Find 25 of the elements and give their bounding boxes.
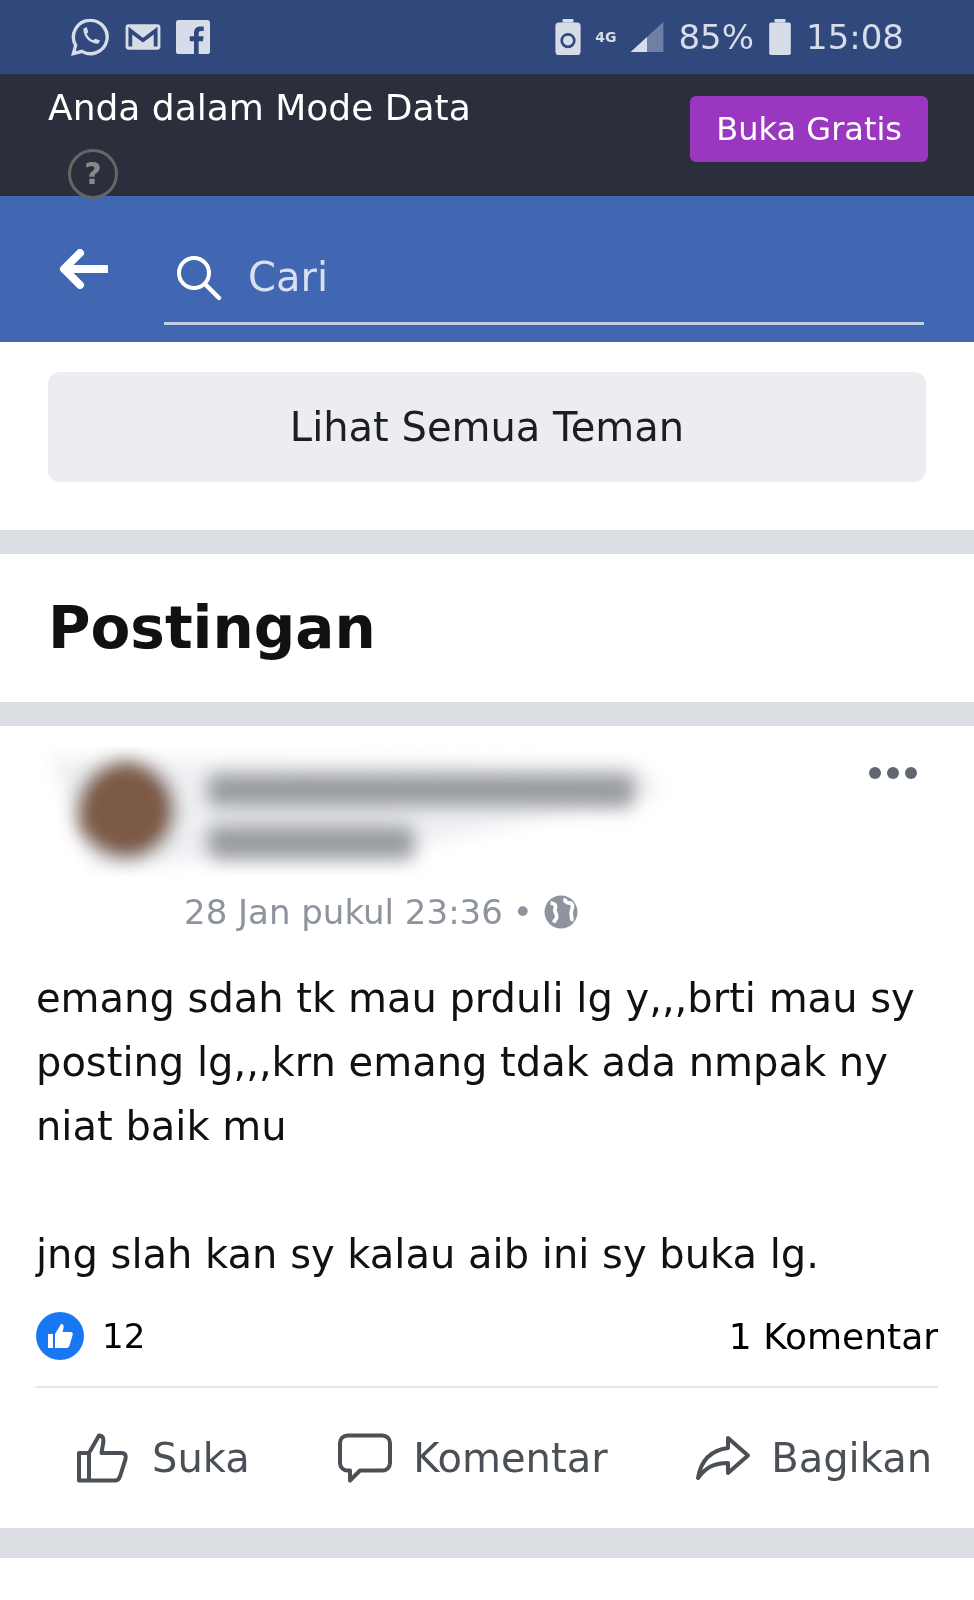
like-reaction-icon [36, 1312, 84, 1360]
mail-icon [124, 22, 162, 52]
section-title: Postingan [48, 594, 376, 662]
comment-button[interactable]: Komentar [335, 1428, 608, 1488]
clock: 15:08 [806, 17, 904, 57]
signal-icon [630, 22, 665, 52]
globe-icon [542, 894, 579, 930]
share-button[interactable]: Bagikan [693, 1428, 932, 1488]
battery-icon [768, 19, 792, 55]
separator-dot: • [512, 892, 533, 932]
comment-count[interactable]: 1 Komentar [728, 1315, 938, 1357]
battery-percentage: 85% [678, 17, 754, 57]
like-button[interactable]: Suka [74, 1428, 250, 1488]
post-text: emang sdah tk mau prduli lg y,,,brti mau sy posting lg,,,krn emang tdak ada nmpak ny niat baik mu [36, 974, 916, 1151]
free-mode-button[interactable]: Buka Gratis [690, 96, 928, 162]
back-arrow-icon[interactable] [58, 249, 108, 289]
network-type-label: 4G [595, 30, 617, 44]
post-text: jng slah kan sy kalau aib ini sy buka lg. [36, 1230, 820, 1279]
like-count[interactable]: 12 [102, 1316, 146, 1356]
facebook-app-icon [176, 20, 210, 54]
see-all-friends-button[interactable]: Lihat Semua Teman [48, 372, 926, 482]
chat-app-icon [70, 17, 110, 57]
battery-saver-icon [555, 19, 582, 55]
more-options-icon[interactable] [868, 766, 918, 780]
data-mode-message: Anda dalam Mode Data [48, 87, 471, 128]
